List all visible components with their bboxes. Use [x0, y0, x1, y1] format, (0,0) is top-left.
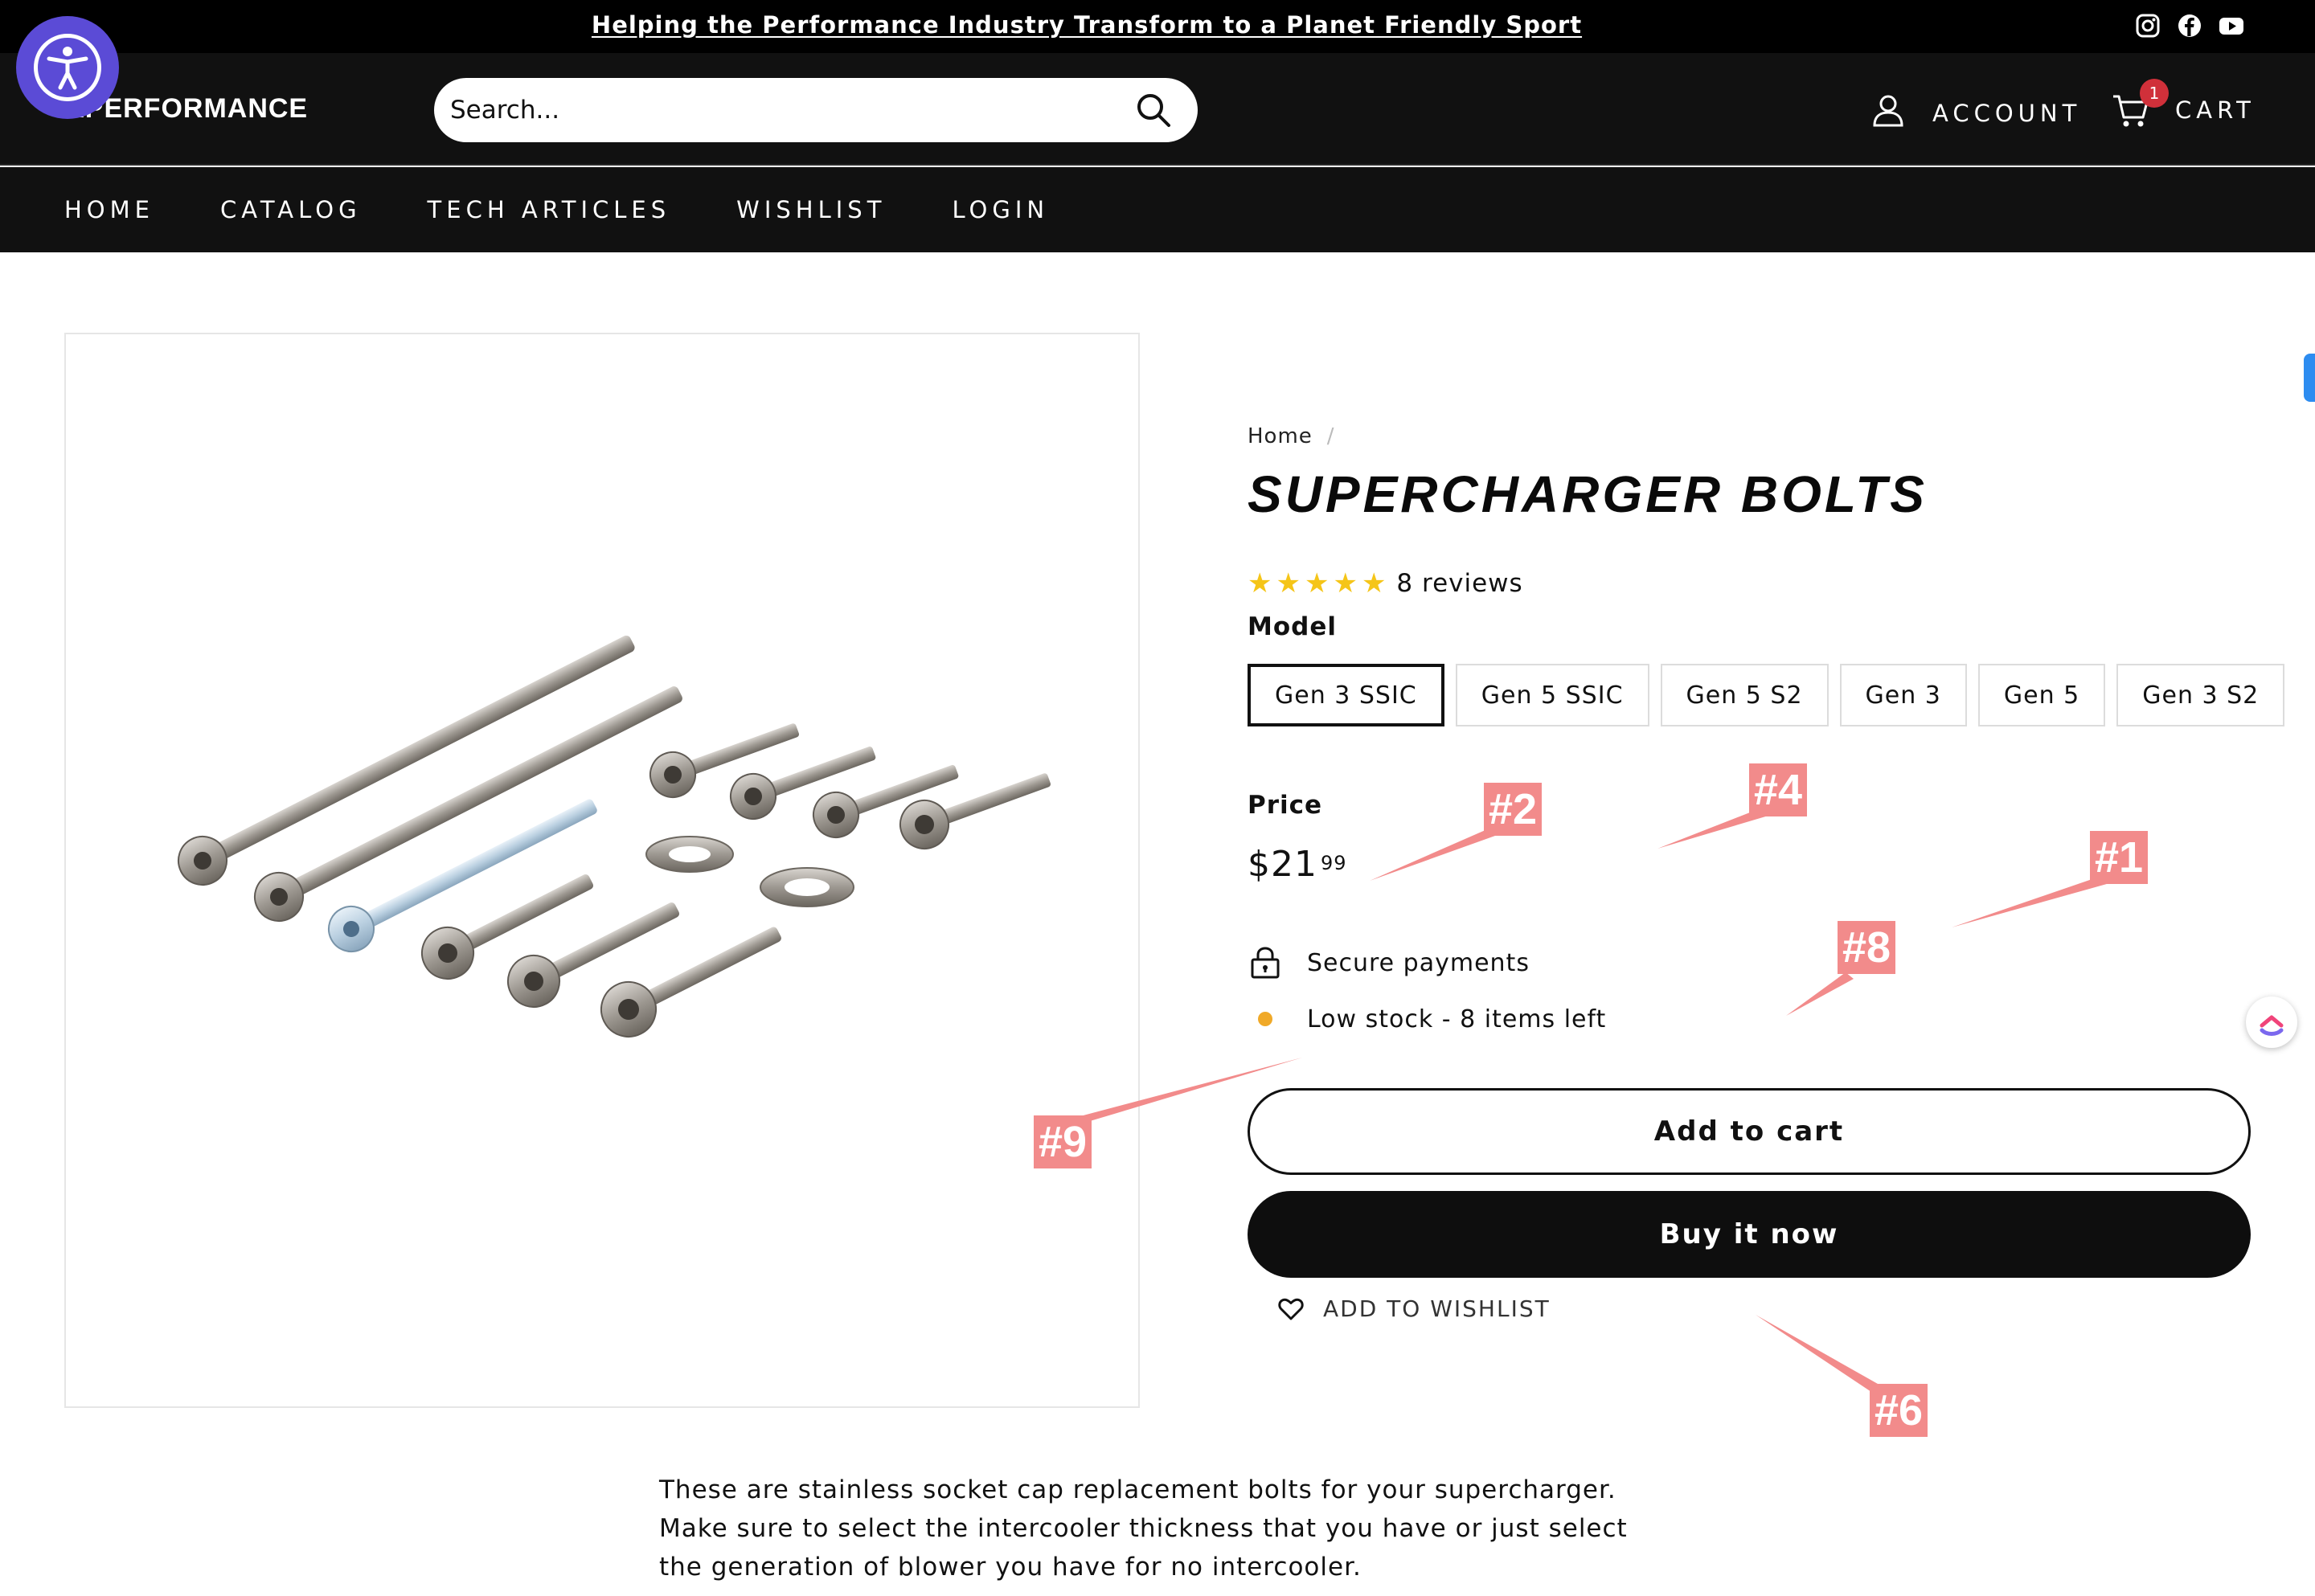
marker-label: #8 — [1838, 921, 1896, 974]
marker-label: #4 — [1749, 763, 1808, 816]
heart-icon — [1278, 1298, 1304, 1320]
search-icon[interactable] — [1133, 90, 1174, 130]
rating-stars: ★ ★ ★ ★ ★ — [1248, 570, 1387, 597]
clickup-widget[interactable] — [2246, 996, 2297, 1048]
instagram-icon[interactable] — [2135, 13, 2161, 39]
marker-label: #6 — [1870, 1384, 1928, 1437]
accessibility-button[interactable] — [16, 16, 119, 119]
variant-gen-5-s2[interactable]: Gen 5 S2 — [1660, 664, 1829, 726]
nav-item-home[interactable]: HOME — [64, 196, 154, 223]
breadcrumb-separator: / — [1326, 424, 1335, 448]
youtube-icon[interactable] — [2219, 13, 2244, 39]
cart-label: CART — [2175, 96, 2256, 124]
side-tab[interactable] — [2304, 354, 2315, 402]
product-image[interactable] — [64, 333, 1140, 1408]
variant-gen-3[interactable]: Gen 3 — [1839, 664, 1967, 726]
stock-dot-icon — [1248, 1001, 1283, 1037]
account-label: ACCOUNT — [1932, 99, 2082, 127]
secure-payments: Secure payments — [1248, 945, 1530, 980]
marker-pointer-2 — [1370, 829, 1495, 881]
star-icon: ★ — [1304, 567, 1330, 600]
nav-item-wishlist[interactable]: WISHLIST — [736, 196, 886, 223]
variant-gen-3-ssic[interactable]: Gen 3 SSIC — [1248, 664, 1444, 726]
user-icon — [1870, 92, 1907, 134]
search-input[interactable] — [450, 86, 1109, 134]
product-price: $21 99 — [1248, 844, 1347, 885]
price-cents: 99 — [1320, 852, 1347, 874]
marker-label: #2 — [1484, 783, 1543, 836]
variant-gen-5-ssic[interactable]: Gen 5 SSIC — [1455, 664, 1649, 726]
model-label: Model — [1248, 612, 1337, 641]
stock-label: Low stock - 8 items left — [1307, 1005, 1607, 1033]
marker-pointer-8 — [1786, 972, 1854, 1016]
nav-item-login[interactable]: LOGIN — [952, 196, 1049, 223]
price-label: Price — [1248, 791, 1323, 820]
star-icon: ★ — [1276, 567, 1301, 600]
product-title: SUPERCHARGER BOLTS — [1248, 465, 1928, 523]
buy-now-button[interactable]: Buy it now — [1248, 1191, 2251, 1278]
variant-selector: Gen 3 SSIC Gen 5 SSIC Gen 5 S2 Gen 3 Gen… — [1248, 664, 2285, 726]
nav-item-tech-articles[interactable]: TECH ARTICLES — [428, 196, 671, 223]
breadcrumb-home[interactable]: Home — [1248, 424, 1313, 448]
variant-gen-5[interactable]: Gen 5 — [1977, 664, 2106, 726]
add-to-wishlist-link[interactable]: ADD TO WISHLIST — [1278, 1295, 1551, 1322]
lock-icon — [1251, 947, 1280, 979]
breadcrumb: Home / — [1248, 424, 1335, 448]
marker-pointer-1 — [1952, 874, 2112, 927]
cart-icon: 1 — [2111, 79, 2169, 130]
clickup-icon — [2260, 1015, 2284, 1036]
facebook-icon[interactable] — [2177, 13, 2202, 39]
search-bar — [434, 78, 1198, 142]
accessibility-icon — [47, 47, 88, 90]
bolts-illustration — [178, 635, 1051, 1037]
marker-pointer-6 — [1756, 1315, 1878, 1392]
announcement-link[interactable]: Helping the Performance Industry Transfo… — [0, 11, 2174, 39]
marker-label: #9 — [1034, 1115, 1092, 1168]
announcement-bar: Helping the Performance Industry Transfo… — [0, 0, 2315, 53]
marker-label: #1 — [2090, 831, 2149, 884]
star-icon: ★ — [1361, 567, 1387, 600]
star-icon: ★ — [1248, 567, 1273, 600]
social-links — [2135, 13, 2244, 39]
main-nav: HOME CATALOG TECH ARTICLES WISHLIST LOGI… — [0, 167, 2315, 252]
cart-count-badge: 1 — [2140, 79, 2169, 108]
account-link[interactable]: ACCOUNT — [1870, 92, 2081, 134]
nav-item-catalog[interactable]: CATALOG — [220, 196, 362, 223]
cart-link[interactable]: 1 CART — [2111, 79, 2256, 130]
variant-gen-3-s2[interactable]: Gen 3 S2 — [2116, 664, 2285, 726]
star-icon: ★ — [1333, 567, 1358, 600]
reviews-count[interactable]: 8 reviews — [1396, 569, 1522, 598]
secure-payments-label: Secure payments — [1307, 948, 1530, 977]
price-main: $21 — [1248, 844, 1317, 885]
site-header: ZPERFORMANCE ACCOUNT 1 CART — [0, 53, 2315, 166]
stock-status: Low stock - 8 items left — [1248, 1001, 1606, 1037]
product-rating[interactable]: ★ ★ ★ ★ ★ 8 reviews — [1248, 569, 1523, 598]
product-description: These are stainless socket cap replaceme… — [659, 1475, 1628, 1582]
add-to-cart-button[interactable]: Add to cart — [1248, 1088, 2251, 1175]
add-to-wishlist-label: ADD TO WISHLIST — [1323, 1295, 1551, 1322]
